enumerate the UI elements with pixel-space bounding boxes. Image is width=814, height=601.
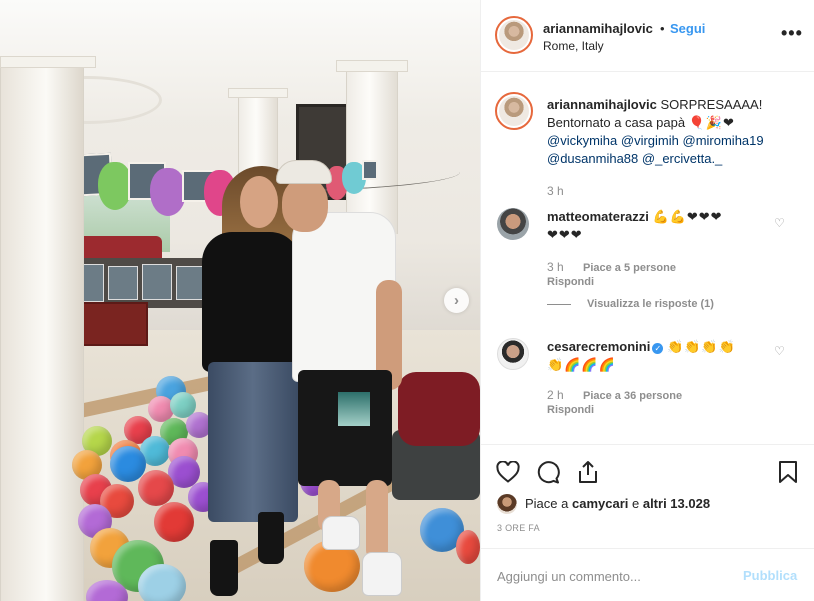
photo-man-leg [366,480,388,560]
comment-emojis: 👏👏👏👏 [666,339,736,354]
photo-column-capital [228,88,288,98]
comment-reply-button[interactable]: Rispondi [547,276,594,288]
more-options-icon[interactable]: ••• [781,23,803,44]
photo-man-shorts [298,370,392,486]
header-separator: • [660,21,665,36]
photo-garland-balloon [98,162,132,210]
likes-prefix: Piace a [525,496,572,511]
comments-list[interactable]: ariannamihajlovic SORPRESAAAA! Bentornat… [481,72,814,444]
photo-man-sneaker [322,516,360,550]
caption-text: ariannamihajlovic SORPRESAAAA! Bentornat… [547,96,797,168]
caption-username[interactable]: ariannamihajlovic [547,97,657,112]
caption-time[interactable]: 3 h [547,184,564,198]
photo-man-sneaker [362,552,402,596]
photo-garland-picture [362,160,378,180]
photo-column [346,64,398,234]
comment-likes[interactable]: Piace a 36 persone [583,390,682,402]
photo-man-face [282,178,328,232]
likes-summary-text[interactable]: Piace a camycari e altri 13.028 [525,496,710,511]
photo-column [0,60,84,601]
photo-balloon [154,502,194,542]
caption-avatar[interactable] [495,92,533,130]
caption-mention[interactable]: @dusanmiha88 [547,151,638,166]
comment-input[interactable] [497,567,727,585]
next-photo-button[interactable]: › [444,288,469,313]
photo-woman-face [240,176,278,228]
instagram-post-view: › ariannamihajlovic • Segui Rome, Italy … [0,0,814,601]
post-photo[interactable]: › [0,0,480,601]
photo-balloon [456,530,480,564]
comment-text: cesarecremonini ✓ 👏👏👏👏 👏🌈🌈🌈 [547,338,797,374]
likes-first-user[interactable]: camycari [572,496,628,511]
author-avatar[interactable] [495,16,533,54]
photo-man-cap [276,160,332,184]
post-location[interactable]: Rome, Italy [543,39,604,53]
comment-reply-button[interactable]: Rispondi [547,404,594,416]
comment-username[interactable]: matteomaterazzi [547,209,649,224]
chevron-right-icon: › [454,292,459,309]
photo-hung-picture [108,266,138,300]
photo-garland-balloon [150,168,186,216]
bookmark-icon[interactable] [775,459,801,485]
comment-emojis: ❤❤❤ [547,227,583,242]
share-icon[interactable] [575,459,601,485]
author-username[interactable]: ariannamihajlovic [543,21,653,36]
caption-line-1: SORPRESAAAA! [660,97,763,112]
caption-emojis: 🎈🎉❤ [688,115,735,130]
comment-time[interactable]: 3 h [547,260,564,274]
comment-time[interactable]: 2 h [547,388,564,402]
photo-balloon [138,470,174,506]
like-comment-heart-icon[interactable]: ♡ [774,216,786,230]
heart-icon[interactable] [495,459,521,485]
comment-avatar-matteomaterazzi[interactable] [497,208,529,240]
photo-balloon [138,564,186,601]
photo-woman-boot [258,512,284,564]
photo-hung-picture [176,266,204,300]
caption-mention[interactable]: @_ercivetta._ [642,151,722,166]
caption-line-2: Bentornato a casa papà [547,115,686,130]
photo-hung-picture [142,264,172,300]
post-side-panel: ariannamihajlovic • Segui Rome, Italy ••… [480,0,814,601]
view-replies-button[interactable]: Visualizza le risposte (1) [587,298,714,310]
verified-badge-icon: ✓ [652,343,664,354]
photo-column-capital [336,60,408,72]
photo-woman-jeans [208,362,298,522]
photo-woman-top [202,232,300,372]
comment-emojis: 👏🌈🌈🌈 [547,357,616,372]
post-timestamp[interactable]: 3 ORE FA [497,523,540,533]
like-comment-heart-icon[interactable]: ♡ [774,344,786,358]
photo-armchair-cushions [398,372,480,446]
likes-conjunction: e [628,496,643,511]
comment-likes[interactable]: Piace a 5 persone [583,262,676,274]
caption-mention[interactable]: @miromiha19 [683,133,764,148]
add-comment-bar: Pubblica [481,548,814,601]
photo-man-shorts-print [338,392,370,426]
comment-emojis: 💪💪❤❤❤ [652,209,723,224]
publish-button[interactable]: Pubblica [743,568,797,583]
comment-icon[interactable] [535,459,561,485]
caption-mention[interactable]: @virgimih [621,133,679,148]
comment-avatar-cesarecremonini[interactable] [497,338,529,370]
post-header: ariannamihajlovic • Segui Rome, Italy ••… [481,0,814,72]
replies-divider [547,304,571,305]
caption-mention[interactable]: @vickymiha [547,133,617,148]
comment-text: matteomaterazzi 💪💪❤❤❤ ❤❤❤ [547,208,797,244]
comment-username[interactable]: cesarecremonini [547,339,650,354]
likes-others-count[interactable]: altri 13.028 [643,496,710,511]
photo-column-capital [0,56,96,68]
photo-woman-boot [210,540,238,596]
likes-summary[interactable]: Piace a camycari e altri 13.028 [497,494,807,514]
liker-avatar[interactable] [497,494,517,514]
follow-button[interactable]: Segui [670,21,705,36]
